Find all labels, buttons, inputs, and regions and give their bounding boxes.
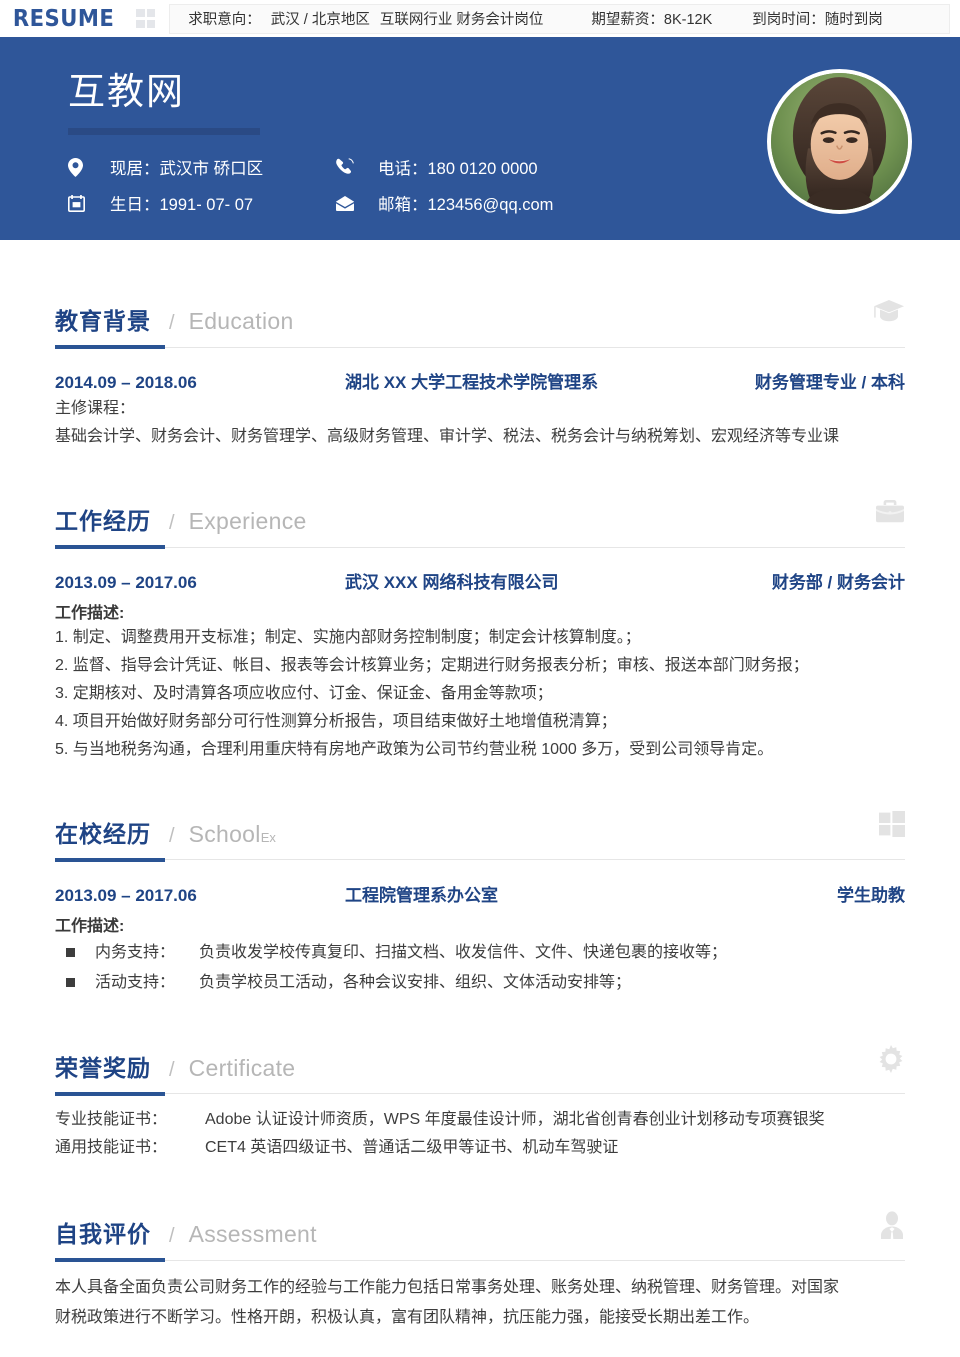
objective-label: 求职意向： xyxy=(188,12,261,28)
assessment-line: 本人具备全面负责公司财务工作的经验与工作能力包括日常事务处理、账务处理、纳税管理… xyxy=(55,1279,840,1297)
experience-item: 1. 制定、调整费用开支标准；制定、实施内部财务控制制度；制定会计核算制度。； xyxy=(55,629,641,647)
section-school: 在校经历 / SchoolEx 2013.09 – 2017.06 工程院管理系… xyxy=(55,763,905,997)
heading-slash: / xyxy=(169,1225,175,1248)
contact-birthday: 生日：1991- 07- 07 xyxy=(68,191,336,215)
education-heading: 教育背景 / Education xyxy=(55,300,905,345)
objective-industry: 互联网行业 财务会计岗位 xyxy=(379,12,544,28)
school-role: 学生助教 xyxy=(837,885,905,905)
experience-desc-label: 工作描述: xyxy=(55,605,125,623)
school-title-en: SchoolEx xyxy=(188,820,276,847)
school-title-en-sub: Ex xyxy=(260,829,276,845)
certificate-row: 专业技能证书： Adobe 认证设计师资质，WPS 年度最佳设计师，湖北省创青春… xyxy=(55,1106,905,1135)
assessment-heading: 自我评价 / Assessment xyxy=(55,1211,905,1258)
contact-email-text: 邮箱：123456@qq.com xyxy=(378,196,554,215)
school-date: 2013.09 – 2017.06 xyxy=(55,885,197,905)
school-title-cn: 在校经历 xyxy=(55,820,151,847)
hero-banner: 互教网 现居：武汉市 硚口区 电话：180 0120 0000 生日：1991-… xyxy=(0,41,960,240)
window-grid-icon xyxy=(879,810,905,837)
objective-bar: 求职意向： 武汉 / 北京地区 互联网行业 财务会计岗位 期望薪资：8K-12K… xyxy=(169,3,950,34)
contact-location: 现居：武汉市 硚口区 xyxy=(68,155,336,179)
education-entry: 2014.09 – 2018.06 湖北 XX 大学工程技术学院管理系 财务管理… xyxy=(55,368,905,393)
experience-item: 5. 与当地税务沟通，合理利用重庆特有房地产政策为公司节约营业税 1000 多万… xyxy=(55,740,774,758)
experience-date: 2013.09 – 2017.06 xyxy=(55,573,197,593)
envelope-icon xyxy=(336,195,362,211)
phone-icon xyxy=(336,158,362,176)
certificate-title-cn: 荣誉奖励 xyxy=(55,1054,151,1081)
school-bullet: 内务支持： 负责收发学校传真复印、扫描文档、收发信件、文件、快递包裹的接收等； xyxy=(55,939,905,967)
heading-slash: / xyxy=(169,1058,175,1081)
top-bar: RESUME 求职意向： 武汉 / 北京地区 互联网行业 财务会计岗位 期望薪资… xyxy=(0,0,960,41)
availability: 到岗时间：随时到岗 xyxy=(752,12,883,28)
portrait-photo xyxy=(771,73,908,210)
person-suit-icon xyxy=(879,1211,905,1240)
school-desc-label: 工作描述: xyxy=(55,917,125,935)
education-courses-label: 主修课程： xyxy=(55,400,136,417)
section-assessment: 自我评价 / Assessment 本人具备全面负责公司财务工作的经验与工作能力… xyxy=(55,1163,905,1331)
education-title-en: Education xyxy=(188,308,294,334)
school-bullet-label: 内务支持： xyxy=(95,943,176,961)
heading-slash: / xyxy=(169,512,175,535)
section-education: 教育背景 / Education 2014.09 – 2018.06 湖北 XX… xyxy=(55,240,905,450)
certificate-value: Adobe 认证设计师资质，WPS 年度最佳设计师，湖北省创青春创业计划移动专项… xyxy=(205,1110,825,1128)
square-bullet-icon xyxy=(66,978,75,988)
experience-item: 4. 项目开始做好财务部分可行性测算分析报告，项目结束做好土地增值税清算； xyxy=(55,712,617,730)
school-entry: 2013.09 – 2017.06 工程院管理系办公室 学生助教 xyxy=(55,881,905,906)
resume-body: 教育背景 / Education 2014.09 – 2018.06 湖北 XX… xyxy=(0,240,960,1331)
experience-role: 财务部 / 财务会计 xyxy=(771,573,905,593)
expected-salary: 期望薪资：8K-12K xyxy=(591,12,713,28)
school-org: 工程院管理系办公室 xyxy=(345,885,498,905)
graduation-cap-icon xyxy=(873,298,905,324)
experience-org: 武汉 XXX 网络科技有限公司 xyxy=(345,573,559,593)
school-bullet: 活动支持： 负责学校员工活动，各种会议安排、组织、文体活动安排等； xyxy=(55,969,905,997)
education-date: 2014.09 – 2018.06 xyxy=(55,373,197,392)
certificate-heading: 荣誉奖励 / Certificate xyxy=(55,1044,905,1092)
school-heading: 在校经历 / SchoolEx xyxy=(55,810,905,858)
assessment-line: 财税政策进行不断学习。性格开朗，积极认真，富有团队精神，抗压能力强，能接受长期出… xyxy=(55,1308,760,1326)
contact-birthday-text: 生日：1991- 07- 07 xyxy=(110,196,254,215)
contact-location-text: 现居：武汉市 硚口区 xyxy=(110,160,264,179)
education-org: 湖北 XX 大学工程技术学院管理系 xyxy=(345,373,599,392)
experience-heading: 工作经历 / Experience xyxy=(55,500,905,545)
experience-title-en: Experience xyxy=(188,508,307,535)
certificate-value: CET4 英语四级证书、普通话二级甲等证书、机动车驾驶证 xyxy=(205,1139,619,1157)
certificate-key: 通用技能证书： xyxy=(55,1139,168,1157)
name-underline xyxy=(68,128,260,136)
heading-slash: / xyxy=(169,312,175,334)
assessment-title-cn: 自我评价 xyxy=(55,1221,151,1248)
experience-title-cn: 工作经历 xyxy=(55,508,151,535)
school-bullet-text: 负责学校员工活动，各种会议安排、组织、文体活动安排等； xyxy=(199,974,632,992)
experience-item: 3. 定期核对、及时清算各项应收应付、订金、保证金、备用金等款项； xyxy=(55,684,553,702)
contact-phone-text: 电话：180 0120 0000 xyxy=(378,160,538,179)
assessment-rule xyxy=(55,1258,905,1263)
certificate-title-en: Certificate xyxy=(188,1054,296,1081)
square-bullet-icon xyxy=(66,947,75,957)
gear-icon xyxy=(877,1044,905,1073)
section-certificate: 荣誉奖励 / Certificate 专业技能证书： Adobe 认证设计师资质… xyxy=(55,997,905,1164)
briefcase-icon xyxy=(875,498,905,524)
calendar-icon xyxy=(68,194,94,212)
assessment-title-en: Assessment xyxy=(188,1221,317,1248)
education-major: 财务管理专业 / 本科 xyxy=(754,373,905,392)
objective-value: 武汉 / 北京地区 xyxy=(270,12,370,28)
education-courses: 基础会计学、财务会计、财务管理学、高级财务管理、审计学、税法、税务会计与纳税筹划… xyxy=(55,427,840,445)
section-experience: 工作经历 / Experience 2013.09 – 2017.06 武汉 X… xyxy=(55,450,905,763)
grid-icon xyxy=(136,9,156,28)
experience-item: 2. 监督、指导会计凭证、帐目、报表等会计核算业务；定期进行财务报表分析；审核、… xyxy=(55,656,809,674)
experience-entry: 2013.09 – 2017.06 武汉 XXX 网络科技有限公司 财务部 / … xyxy=(55,568,905,593)
avatar xyxy=(767,69,912,214)
education-rule xyxy=(55,345,905,349)
school-bullet-label: 活动支持： xyxy=(95,974,176,992)
heading-slash: / xyxy=(169,824,175,847)
school-bullet-text: 负责收发学校传真复印、扫描文档、收发信件、文件、快递包裹的接收等； xyxy=(199,943,728,961)
experience-rule xyxy=(55,545,905,550)
education-title-cn: 教育背景 xyxy=(55,308,151,334)
school-rule xyxy=(55,857,905,862)
location-pin-icon xyxy=(68,157,94,177)
certificate-key: 专业技能证书： xyxy=(55,1110,168,1128)
certificate-row: 通用技能证书： CET4 英语四级证书、普通话二级甲等证书、机动车驾驶证 xyxy=(55,1134,905,1163)
resume-logo: RESUME xyxy=(12,5,115,32)
certificate-rule xyxy=(55,1091,905,1096)
